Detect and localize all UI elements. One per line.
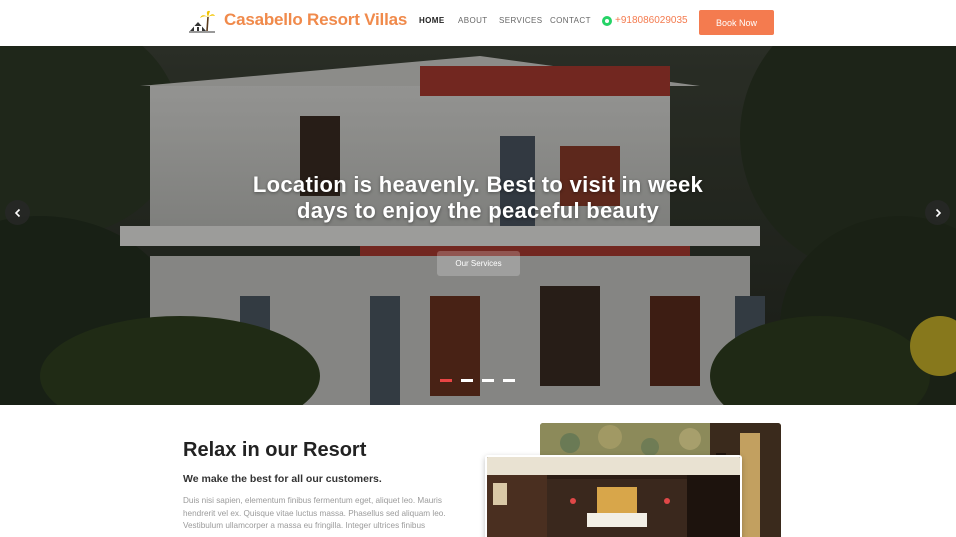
slider-next-button[interactable]: [925, 200, 950, 225]
phone-number: +918086029035: [615, 15, 688, 26]
slide-indicator-1[interactable]: [440, 379, 452, 382]
whatsapp-icon: [602, 15, 612, 26]
chevron-left-icon: [14, 208, 20, 217]
hero-title: Location is heavenly. Best to visit in w…: [252, 172, 704, 223]
slide-indicator-3[interactable]: [482, 379, 494, 382]
slider-prev-button[interactable]: [5, 200, 30, 225]
nav-contact[interactable]: CONTACT: [550, 16, 591, 25]
book-now-button[interactable]: Book Now: [699, 10, 774, 35]
chevron-right-icon: [935, 208, 941, 217]
palm-house-logo[interactable]: [188, 9, 216, 33]
phone-link[interactable]: +918086029035: [602, 15, 688, 26]
hero-overlay: [0, 46, 956, 405]
top-navbar: Casabello Resort Villas HOME ABOUT SERVI…: [0, 0, 956, 46]
nav-home[interactable]: HOME: [419, 16, 445, 25]
slide-indicator-4[interactable]: [503, 379, 515, 382]
slider-indicators: [440, 379, 515, 382]
hero-slider: Location is heavenly. Best to visit in w…: [0, 46, 956, 405]
slide-indicator-2[interactable]: [461, 379, 473, 382]
brand-name[interactable]: Casabello Resort Villas: [224, 10, 407, 30]
our-services-button[interactable]: Our Services: [437, 251, 520, 276]
resort-interior-image-front: [485, 455, 742, 537]
nav-services[interactable]: SERVICES: [499, 16, 543, 25]
about-body-text: Duis nisi sapien, elementum finibus ferm…: [183, 496, 446, 531]
nav-about[interactable]: ABOUT: [458, 16, 488, 25]
about-subtitle: We make the best for all our customers.: [183, 473, 382, 485]
about-title: Relax in our Resort: [183, 439, 367, 461]
